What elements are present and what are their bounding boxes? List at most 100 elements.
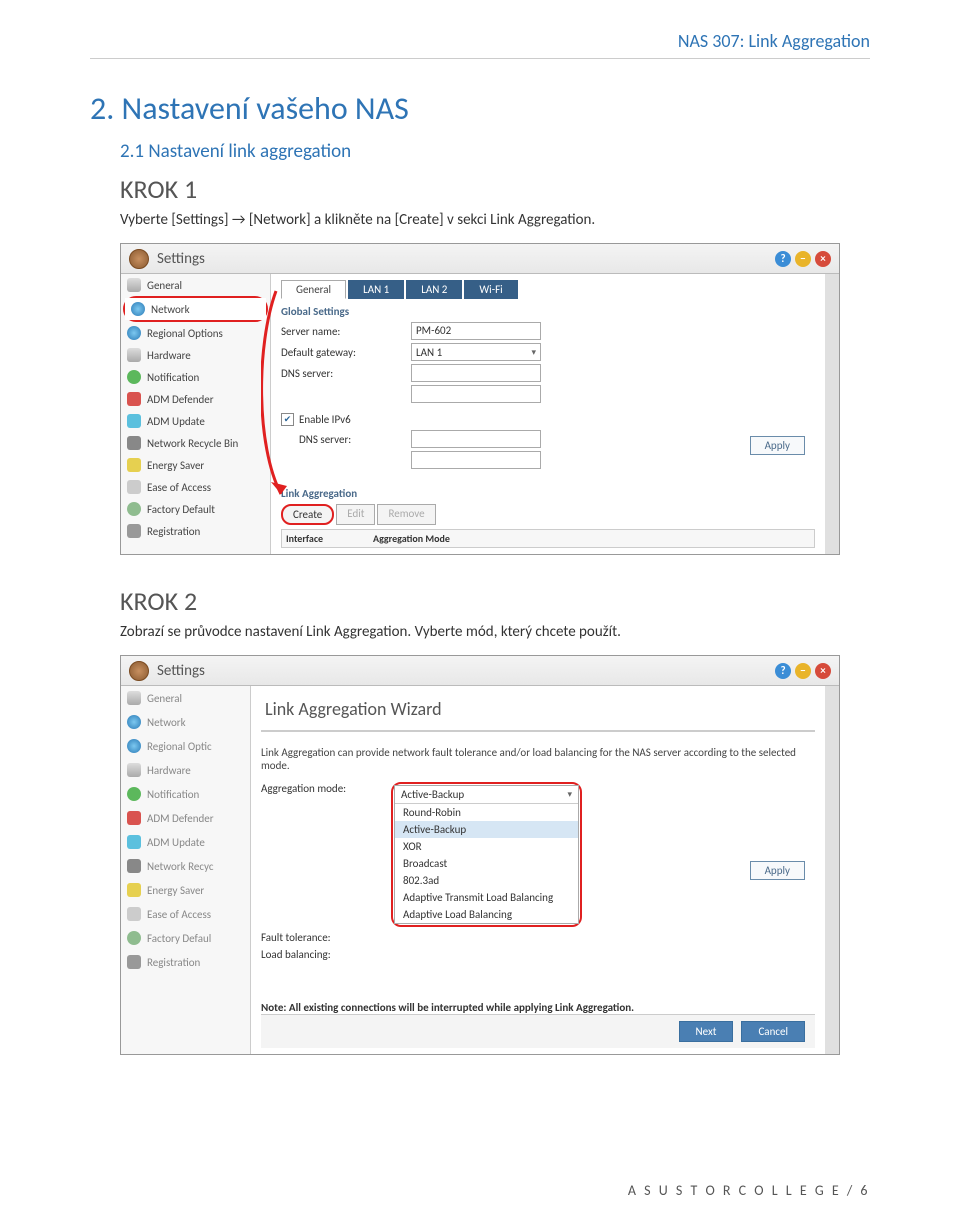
link-agg-table-header: Interface Aggregation Mode	[281, 529, 815, 548]
dns6-label: DNS server:	[299, 433, 411, 446]
sidebar-label: Ease of Access	[147, 908, 211, 921]
help-icon[interactable]: ?	[775, 663, 791, 679]
registration-icon	[127, 955, 141, 969]
sidebar-item-recyclebin[interactable]: Network Recycle Bin	[121, 432, 270, 454]
heading-1: 2. Nastavení vašeho NAS	[90, 89, 870, 128]
step2-desc: Zobrazí se průvodce nastavení Link Aggre…	[120, 623, 870, 641]
page-footer: A S U S T O R C O L L E G E / 6	[628, 1182, 870, 1199]
wizard-note: Note: All existing connections will be i…	[261, 1001, 815, 1014]
dropdown-option[interactable]: Active-Backup	[395, 821, 578, 838]
tab-wifi[interactable]: Wi-Fi	[464, 280, 517, 299]
gateway-select[interactable]: LAN 1▾	[411, 343, 541, 361]
screenshot-2: Settings ? − × General Network Regional …	[120, 655, 840, 1055]
sidebar-label: Hardware	[147, 764, 191, 777]
window-titlebar: Settings ? − ×	[121, 244, 839, 274]
sidebar-item-update[interactable]: ADM Update	[121, 410, 270, 432]
sidebar-item-general[interactable]: General	[121, 274, 270, 296]
dns6-input-1[interactable]	[411, 430, 541, 448]
sidebar-item: Energy Saver	[121, 878, 250, 902]
step1-title: KROK 1	[120, 173, 870, 205]
sidebar-label: Hardware	[147, 349, 191, 362]
close-icon[interactable]: ×	[815, 663, 831, 679]
sidebar-item-access[interactable]: Ease of Access	[121, 476, 270, 498]
server-name-input[interactable]: PM-602	[411, 322, 541, 340]
tab-lan1[interactable]: LAN 1	[348, 280, 404, 299]
dns-label: DNS server:	[281, 367, 411, 380]
sidebar-item-registration[interactable]: Registration	[121, 520, 270, 542]
window-title: Settings	[157, 662, 205, 680]
dropdown-option[interactable]: Adaptive Transmit Load Balancing	[395, 889, 578, 906]
agg-mode-label: Aggregation mode:	[261, 782, 391, 795]
sidebar-label: ADM Defender	[147, 812, 214, 825]
shield-icon	[127, 392, 141, 406]
sidebar-item-network[interactable]: Network	[125, 298, 266, 320]
dns6-input-2[interactable]	[411, 451, 541, 469]
close-icon[interactable]: ×	[815, 251, 831, 267]
settings-gear-icon	[129, 661, 149, 681]
sidebar-item: Notification	[121, 782, 250, 806]
sidebar-item: Regional Optic	[121, 734, 250, 758]
screenshot-1: Settings ? − × General Network Regional …	[120, 243, 840, 555]
agg-mode-dropdown[interactable]: Active-Backup ▾ Round-Robin Active-Backu…	[394, 785, 579, 924]
dropdown-option[interactable]: Round-Robin	[395, 804, 578, 821]
globe-icon	[127, 739, 141, 753]
registration-icon	[127, 524, 141, 538]
recycle-icon	[127, 436, 141, 450]
dropdown-option[interactable]: 802.3ad	[395, 872, 578, 889]
sidebar-label: ADM Defender	[147, 393, 214, 406]
general-icon	[127, 278, 141, 292]
update-icon	[127, 835, 141, 849]
gateway-value: LAN 1	[416, 346, 442, 359]
apply-button[interactable]: Apply	[750, 436, 805, 455]
settings-gear-icon	[129, 249, 149, 269]
server-name-label: Server name:	[281, 325, 411, 338]
edit-button[interactable]: Edit	[336, 504, 375, 525]
sidebar-label: Factory Defaul	[147, 932, 211, 945]
minimize-icon[interactable]: −	[795, 663, 811, 679]
ipv6-label: Enable IPv6	[299, 413, 351, 426]
dns-input-1[interactable]	[411, 364, 541, 382]
wizard-panel: Link Aggregation Wizard Link Aggregation…	[251, 686, 839, 1054]
tab-general[interactable]: General	[281, 280, 346, 299]
dropdown-option[interactable]: Broadcast	[395, 855, 578, 872]
dropdown-current[interactable]: Active-Backup ▾	[395, 786, 578, 803]
sidebar-item-notification[interactable]: Notification	[121, 366, 270, 388]
create-button[interactable]: Create	[281, 504, 334, 525]
sidebar-item: Hardware	[121, 758, 250, 782]
sidebar-label: Registration	[147, 525, 200, 538]
dropdown-option[interactable]: Adaptive Load Balancing	[395, 906, 578, 923]
sidebar-item-factory[interactable]: Factory Default	[121, 498, 270, 520]
sidebar-item: General	[121, 686, 250, 710]
sidebar-item-energy[interactable]: Energy Saver	[121, 454, 270, 476]
apply-button[interactable]: Apply	[750, 861, 805, 880]
sidebar-label: Ease of Access	[147, 481, 211, 494]
general-icon	[127, 691, 141, 705]
remove-button[interactable]: Remove	[377, 504, 435, 525]
settings-main: General LAN 1 LAN 2 Wi-Fi Global Setting…	[271, 274, 839, 554]
cancel-button[interactable]: Cancel	[741, 1021, 805, 1042]
sidebar-label: ADM Update	[147, 836, 205, 849]
tab-lan2[interactable]: LAN 2	[406, 280, 462, 299]
chevron-down-icon: ▾	[567, 789, 572, 800]
sidebar-label: Notification	[147, 371, 199, 384]
link-aggregation-heading: Link Aggregation	[281, 487, 815, 500]
annotation-highlight: Active-Backup ▾ Round-Robin Active-Backu…	[391, 782, 582, 927]
next-button[interactable]: Next	[679, 1021, 734, 1042]
sidebar-item-defender[interactable]: ADM Defender	[121, 388, 270, 410]
fault-tolerance-label: Fault tolerance:	[261, 931, 391, 944]
wizard-footer: Next Cancel	[261, 1014, 815, 1048]
minimize-icon[interactable]: −	[795, 251, 811, 267]
ipv6-checkbox[interactable]: ✔	[281, 413, 294, 426]
sidebar-item-hardware[interactable]: Hardware	[121, 344, 270, 366]
sidebar-item: Ease of Access	[121, 902, 250, 926]
help-icon[interactable]: ?	[775, 251, 791, 267]
notification-icon	[127, 370, 141, 384]
network-icon	[131, 302, 145, 316]
mode-col: Aggregation Mode	[373, 532, 450, 545]
sidebar-item: ADM Defender	[121, 806, 250, 830]
step2-title: KROK 2	[120, 585, 870, 617]
hardware-icon	[127, 348, 141, 362]
dropdown-option[interactable]: XOR	[395, 838, 578, 855]
sidebar-item-regional[interactable]: Regional Options	[121, 322, 270, 344]
dns-input-2[interactable]	[411, 385, 541, 403]
